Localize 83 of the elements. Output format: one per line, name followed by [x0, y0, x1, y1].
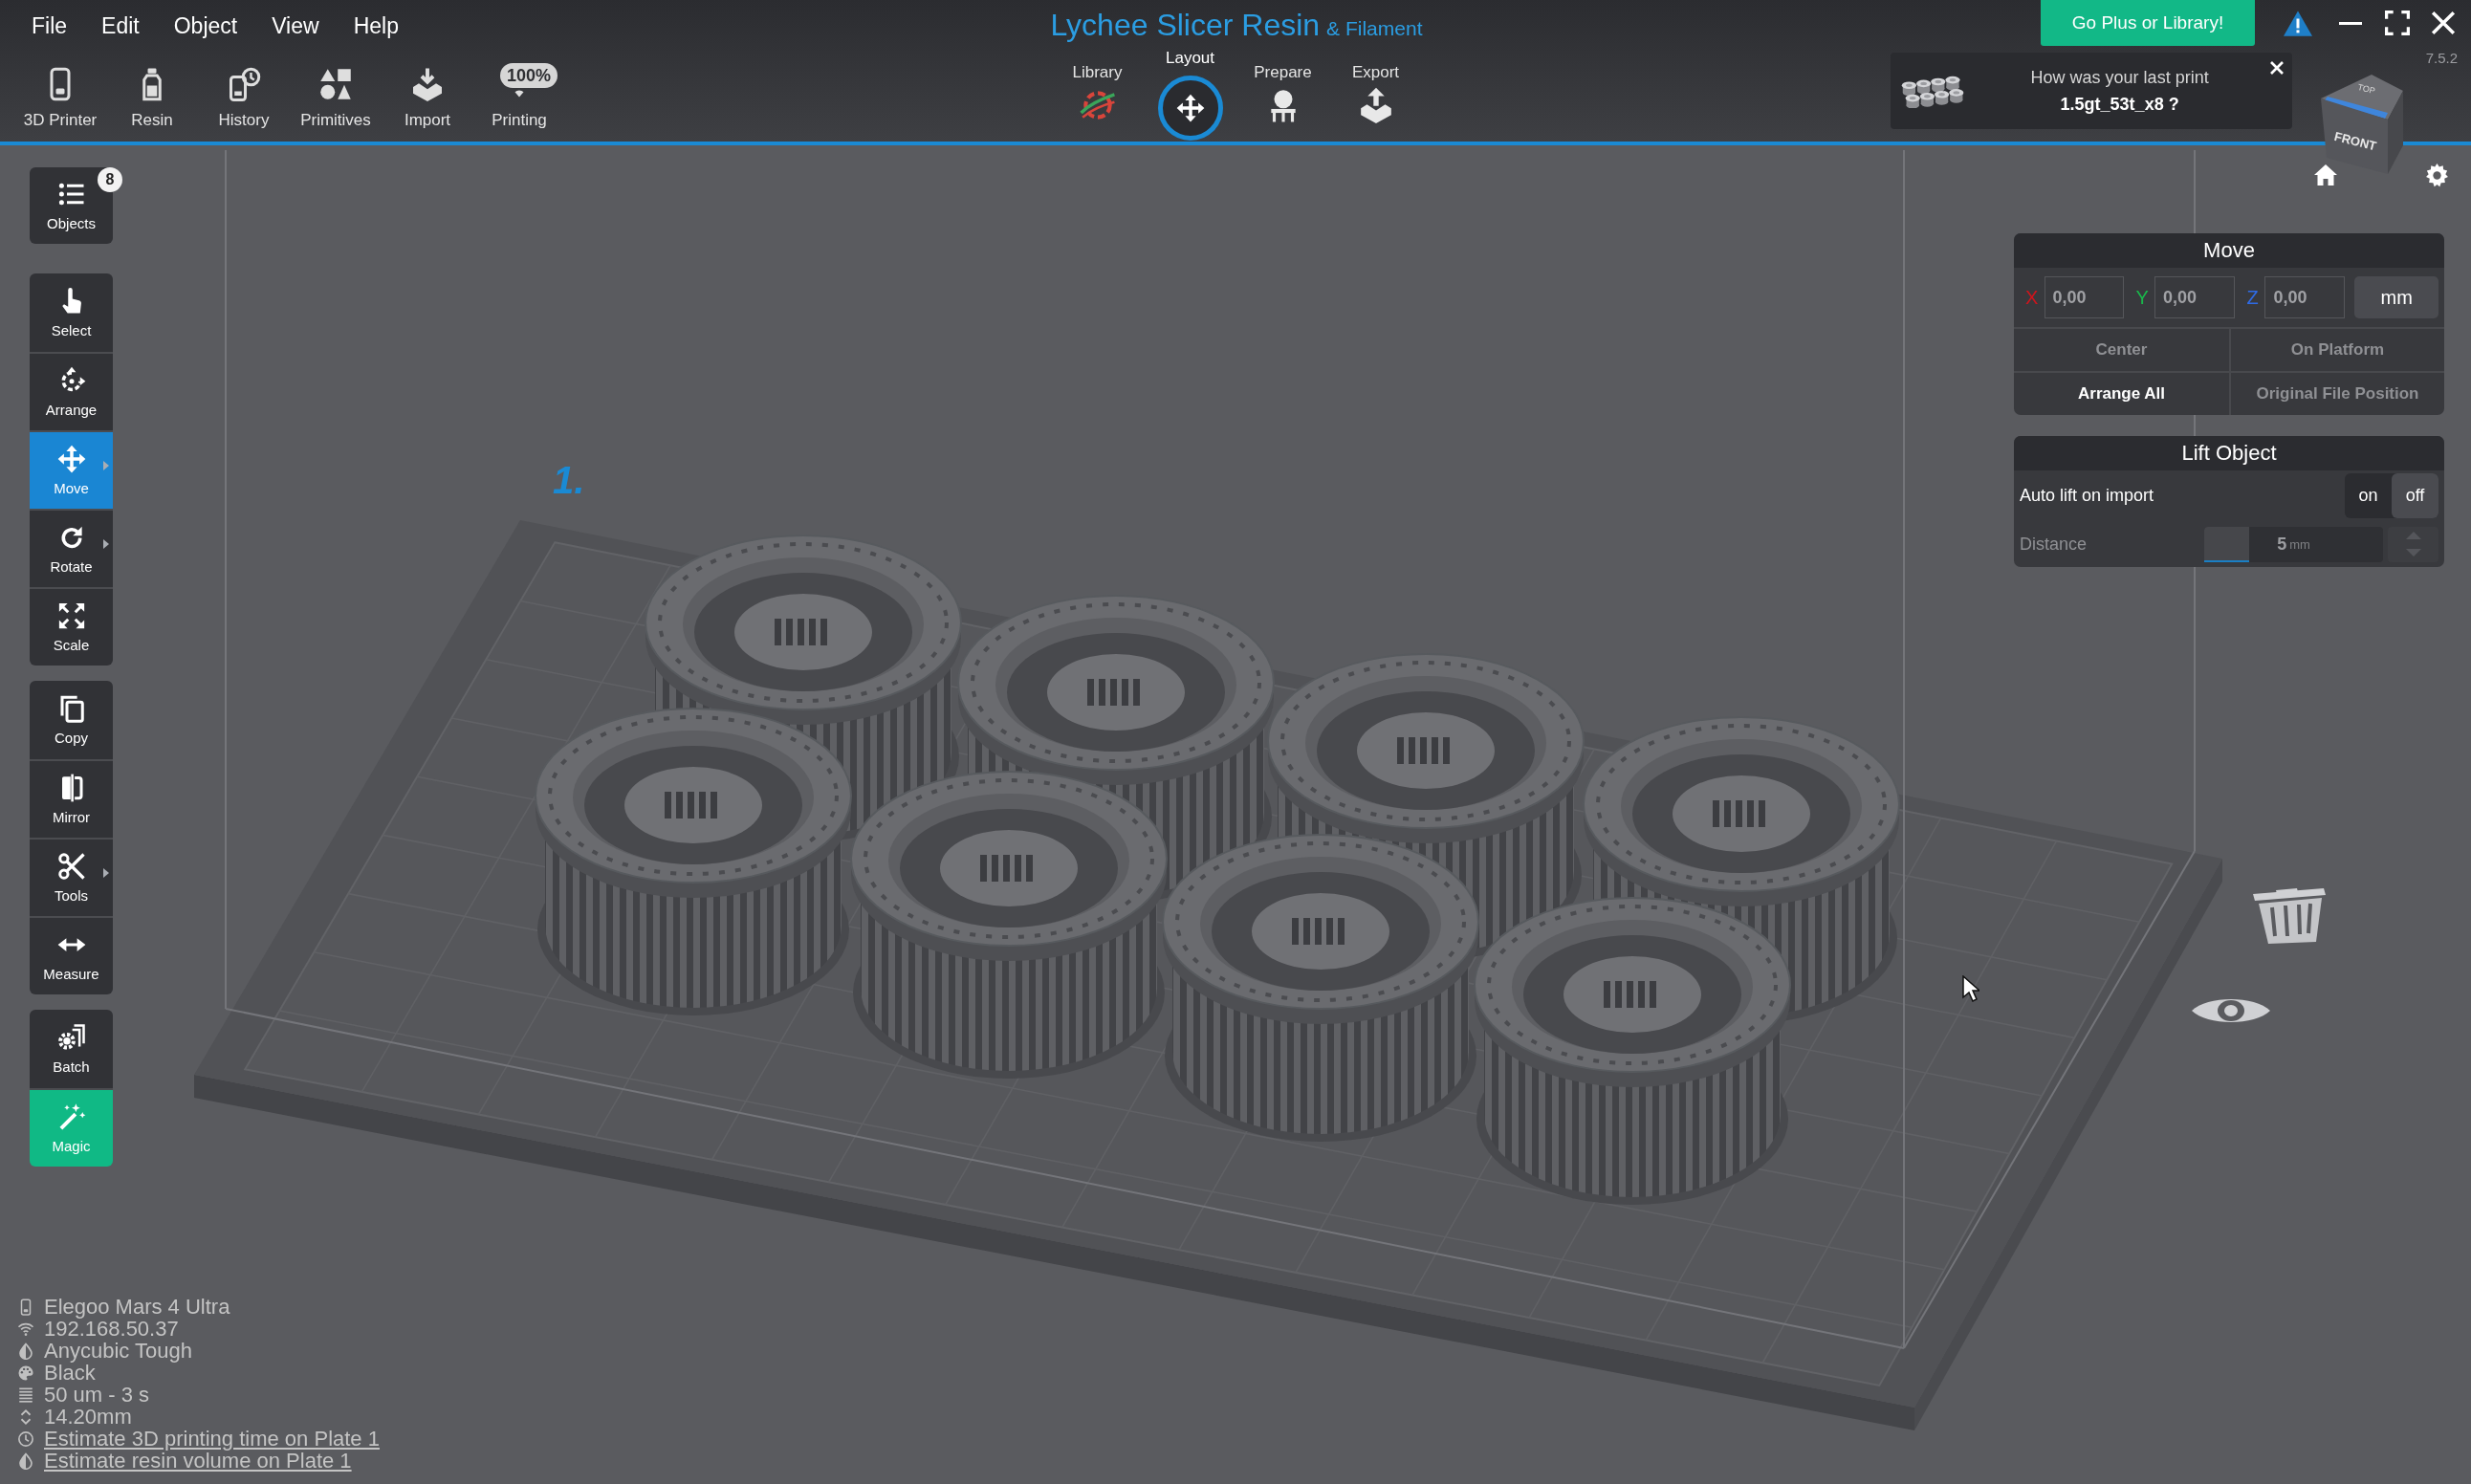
plate-number: 1. [553, 459, 585, 502]
color-name: Black [44, 1362, 96, 1384]
tool-button[interactable]: Copy [30, 681, 113, 759]
close-icon[interactable] [2431, 11, 2456, 35]
axis-label: Y [2134, 286, 2150, 309]
menu-item[interactable]: Object [173, 13, 238, 39]
mode-tab[interactable]: Library [1051, 43, 1144, 142]
tray-down-arrow-icon [410, 67, 445, 101]
layer-setting: 50 um - 3 s [44, 1384, 150, 1406]
setting-label: Auto lift on import [2020, 486, 2155, 506]
toolbar-button[interactable]: History [198, 53, 290, 130]
pulley-model[interactable] [850, 771, 1168, 1079]
toolbar-button[interactable]: Import [382, 53, 473, 130]
coordinate-field[interactable]: 0,00 [2154, 276, 2235, 318]
tool-button[interactable]: Mirror [30, 759, 113, 838]
estimate-link[interactable]: Estimate 3D printing time on Plate 1 [44, 1428, 380, 1450]
distance-value: 5 [2277, 534, 2287, 555]
tool-button[interactable]: Tools [30, 838, 113, 916]
file-name: 1.5gt_53t_x8 ? [2060, 94, 2179, 115]
clock-icon [17, 1429, 34, 1448]
toolbar-button[interactable]: Resin [106, 53, 198, 130]
tool-button[interactable]: Arrange [30, 352, 113, 430]
toggle-option[interactable]: on [2345, 473, 2392, 518]
home-icon[interactable] [2314, 164, 2337, 186]
panel-title: Move [2014, 233, 2444, 268]
setting-label: Distance [2020, 534, 2088, 555]
toggle-option[interactable]: off [2392, 473, 2438, 518]
tool-button[interactable]: Scale [30, 587, 113, 666]
estimate-link[interactable]: Estimate resin volume on Plate 1 [44, 1450, 352, 1472]
mode-tab[interactable]: Layout [1144, 43, 1236, 142]
coordinate-field[interactable]: 0,00 [2044, 276, 2125, 318]
toolbar-button[interactable]: Primitives [290, 53, 382, 130]
close-icon[interactable] [2268, 60, 2285, 76]
caret-down-icon[interactable] [2405, 549, 2421, 557]
settings-icon[interactable] [2425, 164, 2449, 187]
pulley-model[interactable] [1162, 834, 1479, 1142]
minimize-icon[interactable] [2338, 21, 2363, 25]
pulley-model[interactable] [1474, 897, 1791, 1205]
tool-button[interactable]: Batch [30, 1010, 113, 1088]
corner-arrows-icon [56, 601, 86, 630]
move-icon [56, 445, 86, 473]
version-label: 7.5.2 [2425, 50, 2458, 66]
panel-title: Lift Object [2014, 436, 2444, 470]
shapes-icon [318, 67, 353, 101]
toolbar-button[interactable]: 100% Printing [473, 53, 565, 130]
menu-item[interactable]: Edit [101, 13, 140, 39]
axis-label: Z [2245, 286, 2260, 309]
drop-icon [17, 1451, 34, 1470]
palette-icon [17, 1364, 34, 1382]
menu-item[interactable]: View [272, 13, 319, 39]
tool-button[interactable]: Measure [30, 916, 113, 994]
coordinate-field[interactable]: 0,00 [2264, 276, 2346, 318]
menu-item[interactable]: File [32, 13, 68, 39]
unit-label: mm [2289, 536, 2310, 552]
axis-label: X [2024, 286, 2040, 309]
scissors-icon [56, 852, 86, 881]
feedback-question: How was your last print [2030, 67, 2209, 88]
menu-item[interactable]: Help [353, 13, 399, 39]
cursor-icon [1962, 975, 1979, 1002]
count-badge: 8 [98, 167, 122, 192]
tool-button[interactable]: Rotate [30, 509, 113, 587]
printer-name: Elegoo Mars 4 Ultra [44, 1296, 230, 1318]
resin-name: Anycubic Tough [44, 1340, 192, 1362]
caret-up-icon[interactable] [2405, 531, 2421, 539]
app-edition: & Filament [1326, 17, 1423, 40]
drop-icon [17, 1342, 34, 1360]
pulley-model[interactable] [535, 708, 852, 1015]
lines-icon [17, 1386, 34, 1404]
model-height: 14.20mm [44, 1406, 132, 1428]
ip-address: 192.168.50.37 [44, 1318, 179, 1340]
toolbar-button[interactable]: 3D Printer [14, 53, 106, 130]
mode-tab[interactable]: Prepare [1236, 43, 1329, 142]
tool-button[interactable]: Select [30, 273, 113, 352]
gear-stack-icon [56, 1023, 86, 1052]
maximize-icon[interactable] [2385, 11, 2410, 35]
progress-badge: 100% [500, 63, 558, 88]
tool-button[interactable]: Move [30, 430, 113, 509]
phone-clock-icon [227, 67, 261, 101]
app-title: Lychee Slicer Resin [1050, 8, 1321, 43]
unit-button[interactable]: mm [2354, 276, 2438, 318]
warning-icon[interactable] [2284, 10, 2312, 36]
action-button[interactable]: Arrange All [2014, 371, 2229, 415]
mode-tab[interactable]: Export [1329, 43, 1422, 142]
